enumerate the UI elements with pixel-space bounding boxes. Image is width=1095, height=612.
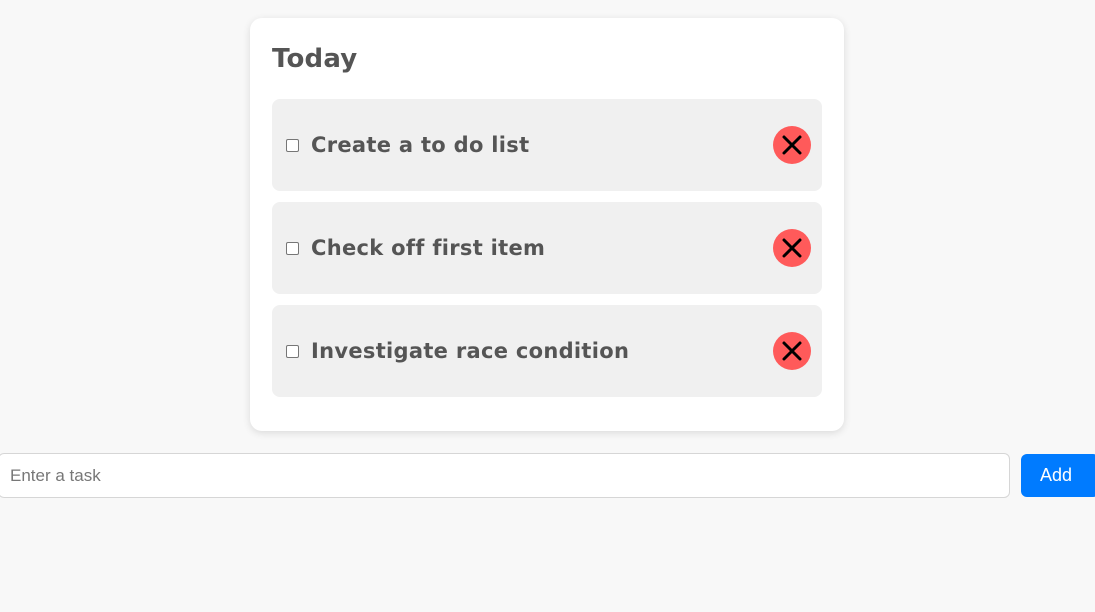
list-title: Today — [272, 44, 358, 74]
task-checkbox[interactable] — [286, 138, 299, 152]
task-item: Investigate race condition — [272, 305, 822, 397]
delete-task-button[interactable] — [773, 229, 811, 267]
add-task-button[interactable]: Add — [1021, 454, 1095, 497]
new-task-row: Add — [0, 453, 1095, 498]
task-list: Create a to do list Check off first item… — [272, 99, 822, 408]
task-checkbox[interactable] — [286, 344, 299, 358]
delete-task-button[interactable] — [773, 126, 811, 164]
task-input[interactable] — [0, 453, 1010, 498]
todo-card: Today Create a to do list Check off firs… — [250, 18, 844, 431]
task-label: Create a to do list — [311, 133, 530, 157]
task-label: Investigate race condition — [311, 339, 630, 363]
close-x-icon — [782, 135, 802, 155]
close-x-icon — [782, 238, 802, 258]
task-item: Create a to do list — [272, 99, 822, 191]
close-x-icon — [782, 341, 802, 361]
task-item: Check off first item — [272, 202, 822, 294]
delete-task-button[interactable] — [773, 332, 811, 370]
task-label: Check off first item — [311, 236, 546, 260]
task-checkbox[interactable] — [286, 241, 299, 255]
